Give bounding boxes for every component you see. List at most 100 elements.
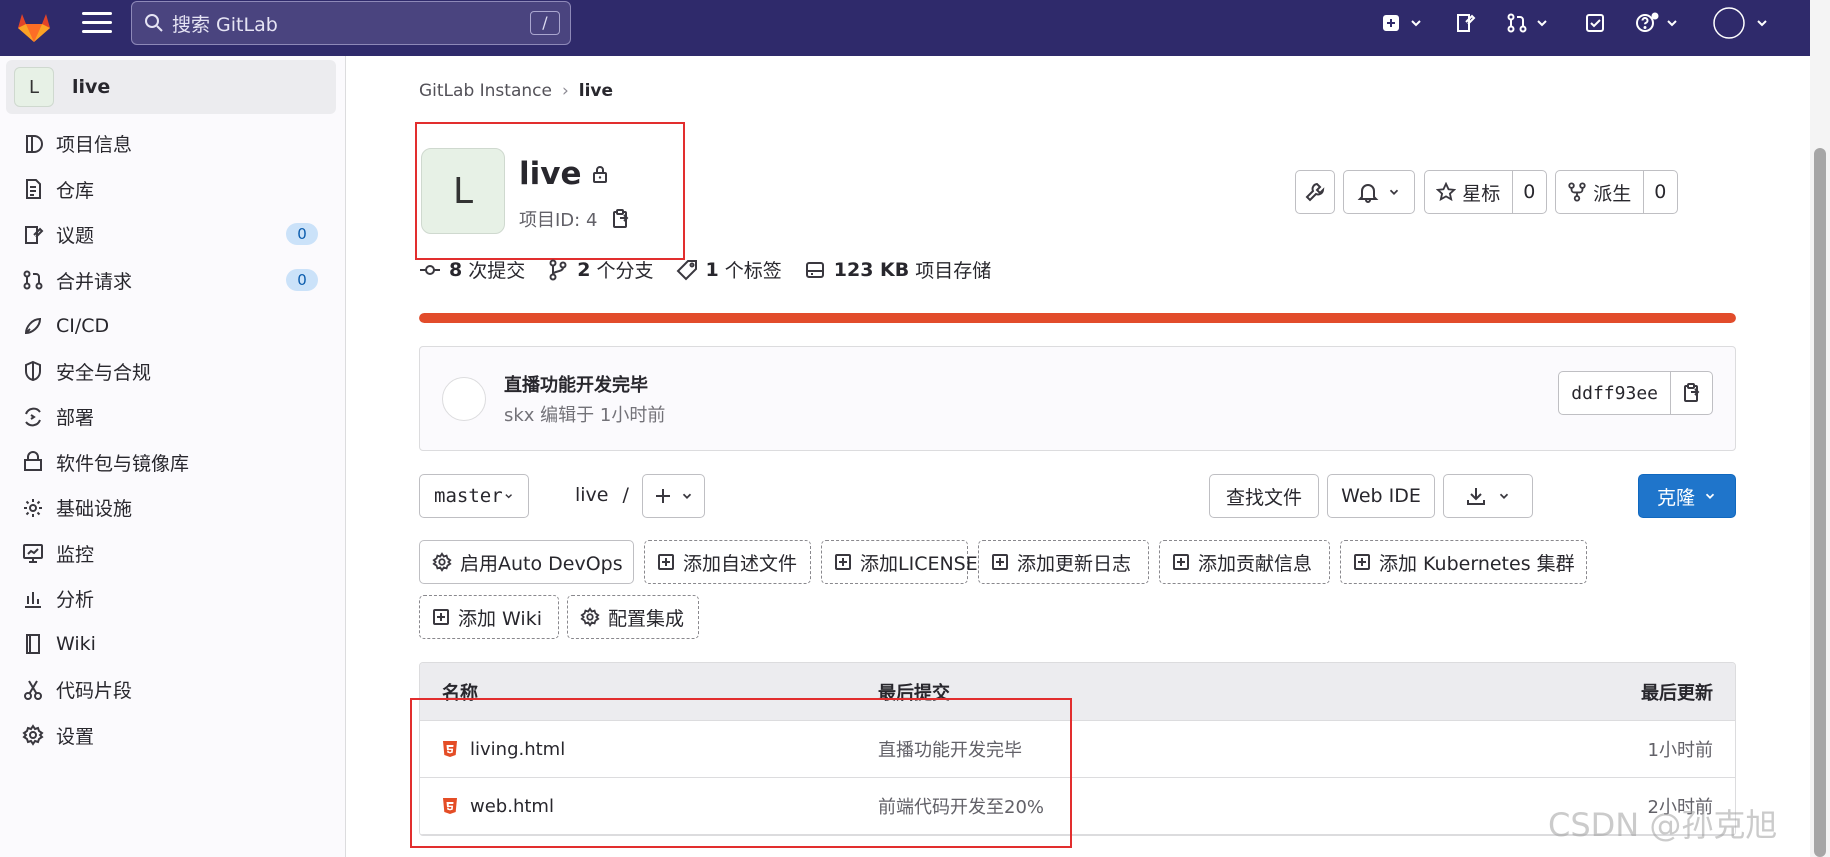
gitlab-logo-icon[interactable] bbox=[12, 4, 56, 48]
sidebar-item-infrastructure[interactable]: 基础设施 bbox=[0, 485, 346, 531]
scrollbar-thumb[interactable] bbox=[1814, 148, 1826, 857]
settings-icon bbox=[22, 724, 44, 747]
add-changelog-button[interactable]: 添加更新日志 bbox=[978, 540, 1149, 584]
storage-icon bbox=[805, 261, 824, 278]
quick-action-label: 添加自述文件 bbox=[683, 552, 798, 575]
breadcrumb-root-link[interactable]: GitLab Instance bbox=[419, 81, 552, 101]
commits-stat-link[interactable]: 8 次提交 bbox=[419, 256, 525, 283]
chevron-down-icon bbox=[1537, 20, 1547, 27]
tags-stat-link[interactable]: 1 个标签 bbox=[676, 256, 782, 283]
column-last-update-header: 最后更新 bbox=[1641, 682, 1713, 704]
find-file-button[interactable]: 查找文件 bbox=[1209, 474, 1319, 518]
fork-button-group: 派生 0 bbox=[1555, 170, 1678, 214]
commit-sha-link[interactable]: ddff93ee bbox=[1559, 372, 1670, 414]
star-button[interactable]: 星标 bbox=[1425, 171, 1512, 213]
sidebar-project-link[interactable]: L live bbox=[6, 60, 336, 114]
issues-nav-button[interactable] bbox=[1454, 12, 1476, 34]
configure-integrations-button[interactable]: 配置集成 bbox=[567, 595, 699, 639]
clone-button[interactable]: 克隆 bbox=[1638, 474, 1736, 518]
merge-request-icon bbox=[23, 270, 43, 290]
sidebar-item-settings[interactable]: 设置 bbox=[0, 713, 346, 759]
project-stats: 8 次提交 2 个分支 1 个标签 123 KB 项目存储 bbox=[419, 256, 1013, 283]
menu-icon[interactable] bbox=[82, 12, 112, 36]
project-settings-button[interactable] bbox=[1295, 170, 1335, 214]
star-count[interactable]: 0 bbox=[1511, 171, 1546, 213]
watermark-text: CSDN @孙克旭 bbox=[1548, 806, 1778, 844]
add-to-tree-button[interactable] bbox=[642, 474, 705, 518]
vertical-scrollbar[interactable] bbox=[1810, 0, 1830, 857]
sidebar-item-packages[interactable]: 软件包与镜像库 bbox=[0, 440, 346, 486]
branches-stat-link[interactable]: 2 个分支 bbox=[547, 256, 654, 283]
add-readme-button[interactable]: 添加自述文件 bbox=[644, 540, 811, 584]
fork-label: 派生 bbox=[1593, 182, 1632, 205]
rocket-icon bbox=[24, 317, 42, 334]
branch-selector[interactable]: master bbox=[419, 474, 529, 518]
breadcrumb-current-link[interactable]: live bbox=[579, 81, 613, 101]
merge-request-icon bbox=[1507, 13, 1527, 33]
create-new-button[interactable] bbox=[1380, 12, 1424, 34]
fork-count[interactable]: 0 bbox=[1642, 171, 1677, 213]
issues-count-badge: 0 bbox=[286, 223, 318, 245]
add-kubernetes-cluster-button[interactable]: 添加 Kubernetes 集群 bbox=[1340, 540, 1587, 584]
quick-action-label: 添加 Wiki bbox=[458, 607, 542, 630]
sidebar-item-project-info[interactable]: 项目信息 bbox=[0, 121, 346, 167]
web-ide-button[interactable]: Web IDE bbox=[1327, 474, 1435, 518]
download-button[interactable] bbox=[1443, 474, 1533, 518]
project-id-text: 项目ID: 4 bbox=[519, 210, 598, 231]
issues-icon bbox=[1457, 14, 1476, 32]
notification-settings-button[interactable] bbox=[1343, 170, 1415, 214]
language-bar-html[interactable] bbox=[419, 313, 1736, 323]
sidebar-item-analytics[interactable]: 分析 bbox=[0, 576, 346, 622]
last-commit-panel: 直播功能开发完毕 skx 编辑于 1小时前 ddff93ee bbox=[419, 346, 1736, 451]
sidebar-project-name: live bbox=[72, 76, 111, 98]
add-license-button[interactable]: 添加LICENSE bbox=[821, 540, 978, 584]
storage-label: 项目存储 bbox=[915, 260, 992, 282]
sidebar-item-snippets[interactable]: 代码片段 bbox=[0, 667, 346, 713]
copy-icon[interactable] bbox=[611, 208, 631, 230]
sidebar-item-deployments[interactable]: 部署 bbox=[0, 394, 346, 440]
sidebar-item-label: Wiki bbox=[56, 633, 96, 656]
breadcrumb-separator: › bbox=[561, 81, 569, 101]
commit-title-link[interactable]: 直播功能开发完毕 bbox=[504, 371, 648, 397]
plus-square-icon bbox=[835, 554, 851, 570]
todo-icon bbox=[1586, 14, 1604, 32]
project-title-text: live bbox=[519, 156, 582, 192]
sidebar-item-issues[interactable]: 议题 0 bbox=[0, 212, 346, 258]
add-wiki-button[interactable]: 添加 Wiki bbox=[419, 595, 559, 639]
sidebar-item-label: 安全与合规 bbox=[56, 361, 152, 384]
copy-sha-button[interactable] bbox=[1670, 372, 1712, 414]
user-menu-button[interactable] bbox=[1712, 6, 1770, 40]
fork-button[interactable]: 派生 bbox=[1556, 171, 1643, 213]
sidebar-item-monitor[interactable]: 监控 bbox=[0, 531, 346, 577]
search-box[interactable]: 搜索 GitLab / bbox=[131, 1, 571, 45]
monitor-icon bbox=[23, 544, 43, 564]
sidebar-item-security[interactable]: 安全与合规 bbox=[0, 349, 346, 395]
wrench-icon bbox=[1305, 182, 1325, 202]
add-contributing-button[interactable]: 添加贡献信息 bbox=[1159, 540, 1330, 584]
help-icon bbox=[1636, 12, 1659, 32]
help-nav-button[interactable] bbox=[1634, 12, 1680, 34]
quick-action-label: 启用Auto DevOps bbox=[460, 552, 623, 575]
commit-sha-group: ddff93ee bbox=[1558, 371, 1713, 415]
sidebar-item-merge-requests[interactable]: 合并请求 0 bbox=[0, 258, 346, 304]
todos-nav-button[interactable] bbox=[1584, 12, 1606, 34]
merge-requests-nav-button[interactable] bbox=[1506, 12, 1550, 34]
branches-label: 个分支 bbox=[596, 260, 654, 282]
sidebar-item-label: 软件包与镜像库 bbox=[56, 452, 190, 475]
sidebar-item-label: 部署 bbox=[56, 407, 95, 430]
avatar[interactable] bbox=[442, 377, 486, 421]
sidebar-item-wiki[interactable]: Wiki bbox=[0, 622, 346, 668]
infrastructure-icon bbox=[24, 498, 42, 517]
path-root-link[interactable]: live bbox=[575, 484, 609, 506]
enable-auto-devops-button[interactable]: 启用Auto DevOps bbox=[419, 540, 634, 584]
storage-size: 123 KB bbox=[833, 258, 910, 281]
tags-count: 1 bbox=[705, 258, 719, 281]
sidebar-item-repository[interactable]: 仓库 bbox=[0, 167, 346, 213]
plus-icon bbox=[655, 489, 670, 503]
sidebar-item-cicd[interactable]: CI/CD bbox=[0, 303, 346, 349]
plus-square-icon bbox=[433, 609, 449, 625]
plus-square-icon bbox=[992, 554, 1008, 570]
package-icon bbox=[24, 451, 42, 472]
sidebar-item-label: 分析 bbox=[56, 589, 95, 612]
sidebar-item-label: 代码片段 bbox=[56, 680, 133, 703]
